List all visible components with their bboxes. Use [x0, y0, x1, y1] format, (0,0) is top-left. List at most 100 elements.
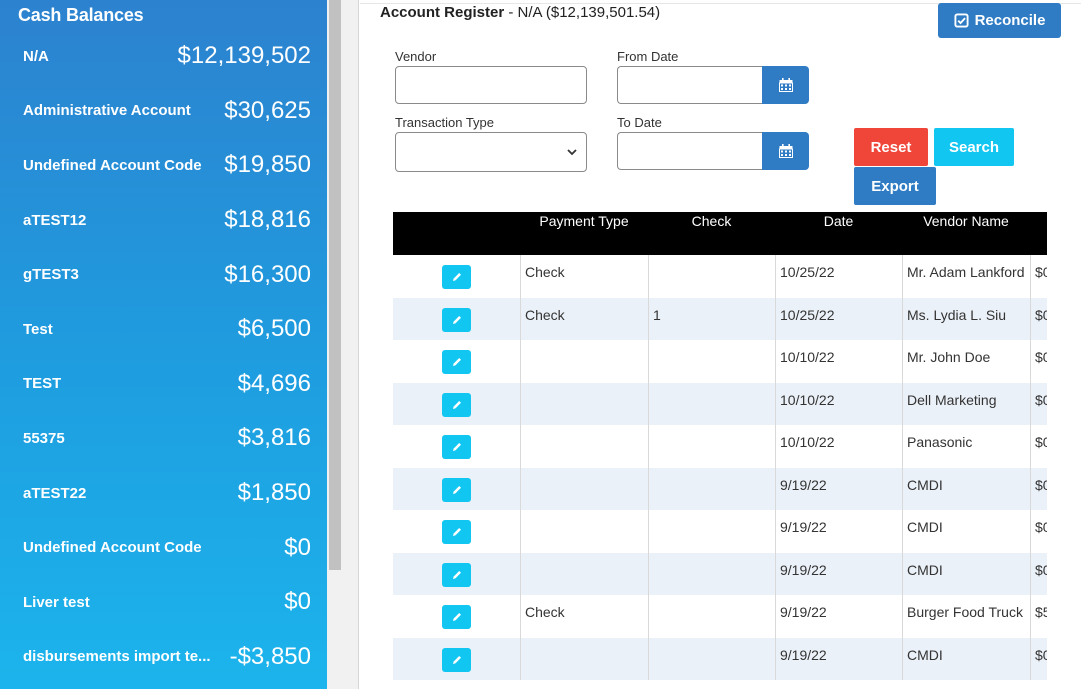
- account-register-panel: Account Register - N/A ($12,139,501.54) …: [360, 0, 1081, 689]
- account-amount: $19,850: [224, 151, 311, 179]
- account-balance-item[interactable]: disbursements import te... -$3,850: [0, 630, 327, 685]
- payment-type-cell: Check: [525, 306, 565, 323]
- pencil-icon: [452, 613, 461, 621]
- vendor-name-cell: Mr. Adam Lankford: [907, 264, 1025, 280]
- account-balance-item[interactable]: TEST $4,696: [0, 357, 327, 412]
- edit-row-button[interactable]: [442, 477, 471, 502]
- account-name: Undefined Account Code: [23, 156, 202, 174]
- edit-row-button[interactable]: [442, 562, 471, 587]
- date-cell: 10/10/22: [780, 391, 835, 408]
- from-date-calendar-button[interactable]: [762, 66, 809, 104]
- payment-type-cell: Check: [525, 264, 565, 280]
- register-title: Account Register: [380, 4, 505, 21]
- account-amount: -$3,850: [229, 642, 311, 670]
- account-balance-item[interactable]: Test $6,500: [0, 302, 327, 357]
- edit-row-button[interactable]: [442, 307, 471, 332]
- pencil-icon: [452, 400, 461, 409]
- table-row[interactable]: Check 1 10/25/22 Ms. Lydia L. Siu $0: [393, 297, 1047, 340]
- amount-cell: $0: [1035, 561, 1047, 578]
- account-balance-item[interactable]: Liver test $0: [0, 575, 327, 630]
- date-cell: 9/19/22: [780, 561, 827, 578]
- account-amount: $30,625: [224, 96, 311, 124]
- column-header[interactable]: Date: [775, 213, 902, 229]
- account-balance-item[interactable]: Undefined Account Code $0: [0, 520, 327, 575]
- account-balance-item[interactable]: gTEST3 $16,300: [0, 247, 327, 302]
- amount-cell: $0: [1035, 349, 1047, 365]
- account-balance-item[interactable]: N/A $12,139,502: [0, 29, 327, 84]
- edit-row-button[interactable]: [442, 350, 471, 374]
- vendor-input[interactable]: [395, 66, 587, 104]
- date-cell: 10/25/22: [780, 264, 835, 280]
- vendor-name-cell: CMDI: [907, 646, 943, 663]
- account-name: aTEST22: [23, 484, 87, 502]
- payment-type-cell: Check: [525, 604, 565, 620]
- account-balance-item[interactable]: aTEST12 $18,816: [0, 193, 327, 248]
- scrollbar-thumb[interactable]: [329, 0, 341, 570]
- to-date-label: To Date: [617, 115, 662, 130]
- table-row[interactable]: Check 10/25/22 Mr. Adam Lankford $0: [393, 255, 1047, 298]
- column-header[interactable]: Payment Type: [520, 213, 648, 229]
- date-cell: 10/25/22: [780, 306, 835, 323]
- account-amount: $12,139,502: [177, 42, 311, 70]
- account-name: Test: [23, 320, 53, 338]
- edit-row-button[interactable]: [442, 265, 471, 289]
- export-button[interactable]: Export: [854, 167, 936, 205]
- reset-button[interactable]: Reset: [854, 128, 928, 166]
- date-cell: 9/19/22: [780, 646, 827, 663]
- calendar-icon: [778, 78, 793, 92]
- vendor-name-cell: Dell Marketing: [907, 391, 997, 408]
- check-number-cell: [648, 383, 775, 426]
- pencil-icon: [452, 273, 461, 281]
- page-title: Account Register - N/A ($12,139,501.54): [380, 4, 660, 21]
- reconcile-button[interactable]: Reconcile: [938, 3, 1061, 38]
- table-row[interactable]: 10/10/22 Dell Marketing $0: [393, 382, 1047, 426]
- account-amount: $4,696: [237, 369, 311, 397]
- search-button[interactable]: Search: [934, 128, 1014, 166]
- account-balance-item[interactable]: Undefined Account Code $19,850: [0, 138, 327, 193]
- table-row[interactable]: 9/19/22 CMDI $0: [393, 552, 1047, 596]
- table-row[interactable]: Check 9/19/22 Burger Food Truck $5: [393, 595, 1047, 638]
- edit-row-button[interactable]: [442, 605, 471, 629]
- sidebar-scrollbar[interactable]: [327, 0, 359, 689]
- amount-cell: $0: [1035, 519, 1047, 535]
- account-name: aTEST12: [23, 211, 87, 229]
- account-amount: $18,816: [224, 206, 311, 234]
- edit-row-button[interactable]: [442, 435, 471, 459]
- account-amount: $0: [284, 533, 311, 561]
- check-number-cell: [648, 638, 775, 681]
- table-row[interactable]: 10/10/22 Mr. John Doe $0: [393, 340, 1047, 383]
- amount-cell: $0: [1035, 476, 1047, 493]
- account-balance-item[interactable]: Administrative Account $30,625: [0, 84, 327, 139]
- account-balance-item[interactable]: aTEST22 $1,850: [0, 466, 327, 521]
- to-date-input[interactable]: [617, 132, 763, 170]
- account-amount: $0: [284, 588, 311, 616]
- to-date-calendar-button[interactable]: [762, 132, 809, 170]
- table-header: Payment Type Check Date Vendor Name: [393, 212, 1047, 255]
- edit-row-button[interactable]: [442, 392, 471, 417]
- from-date-group: [617, 66, 809, 104]
- transaction-type-label: Transaction Type: [395, 115, 494, 130]
- table-row[interactable]: 9/19/22 CMDI $0: [393, 637, 1047, 681]
- edit-row-button[interactable]: [442, 520, 471, 544]
- amount-cell: $0: [1035, 646, 1047, 663]
- amount-cell: $5: [1035, 604, 1047, 620]
- transaction-type-select[interactable]: [395, 132, 587, 172]
- account-name: N/A: [23, 47, 49, 65]
- from-date-label: From Date: [617, 49, 679, 64]
- column-header[interactable]: Vendor Name: [902, 213, 1030, 229]
- from-date-input[interactable]: [617, 66, 763, 104]
- column-header[interactable]: Check: [648, 213, 775, 229]
- check-square-icon: [954, 13, 969, 28]
- app-window: Cash Balances N/A $12,139,502 Administrati…: [0, 0, 1081, 689]
- date-cell: 9/19/22: [780, 476, 827, 493]
- edit-row-button[interactable]: [442, 647, 471, 672]
- vendor-name-cell: Ms. Lydia L. Siu: [907, 306, 1007, 323]
- account-balance-item[interactable]: 55375 $3,816: [0, 411, 327, 466]
- date-cell: 10/10/22: [780, 434, 835, 450]
- table-row[interactable]: 10/10/22 Panasonic $0: [393, 425, 1047, 468]
- table-row[interactable]: 9/19/22 CMDI $0: [393, 467, 1047, 510]
- check-number-cell: [648, 553, 775, 596]
- check-number-cell: [648, 340, 775, 383]
- table-row[interactable]: 9/19/22 CMDI $0: [393, 510, 1047, 553]
- account-name: 55375: [23, 429, 65, 447]
